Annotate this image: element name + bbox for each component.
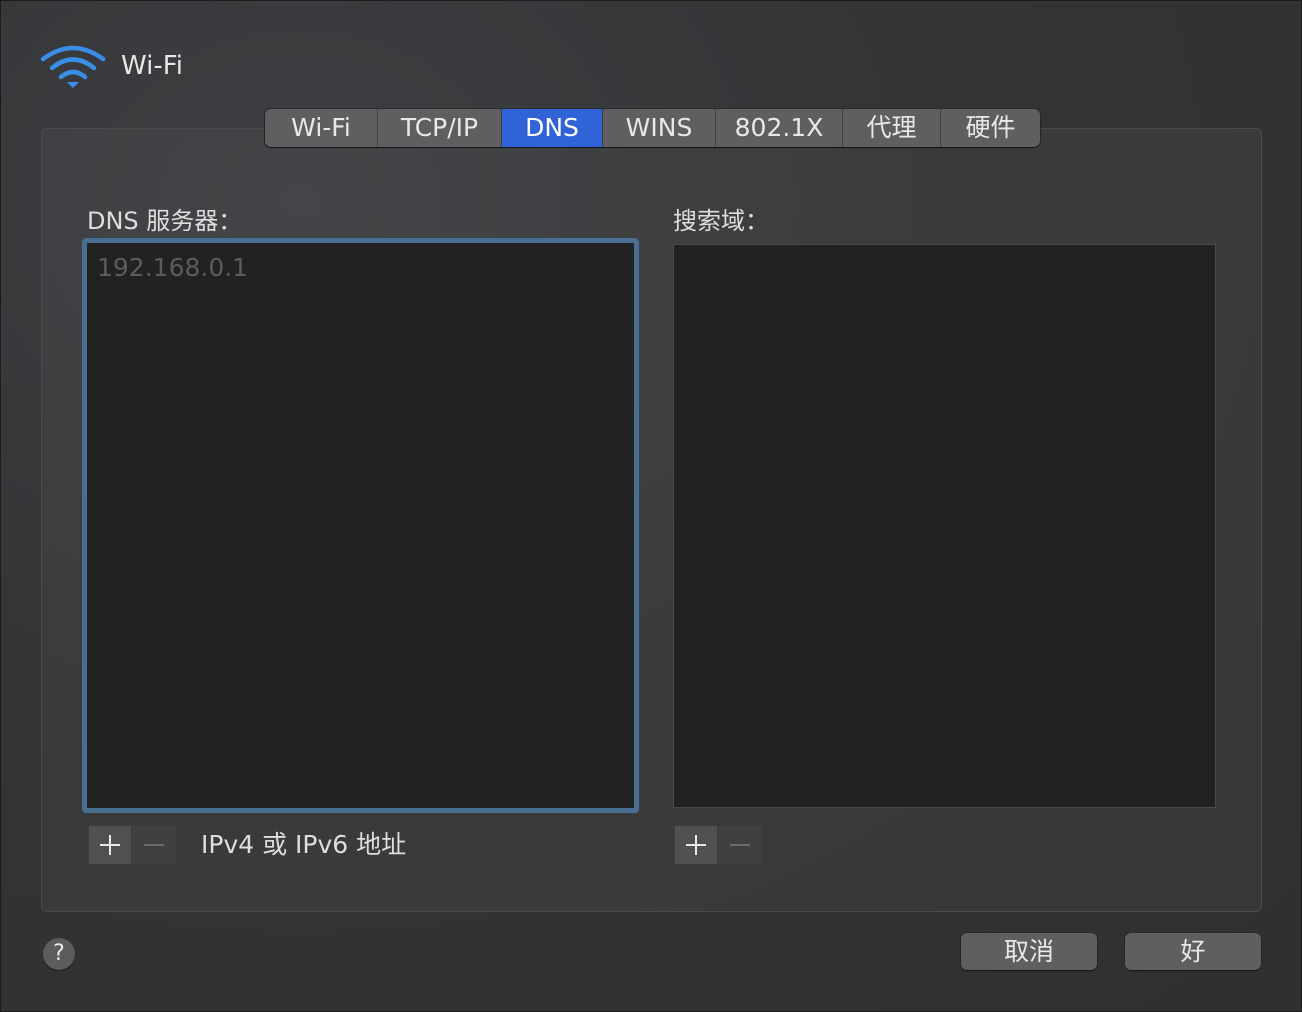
search-domains-label: 搜索域： (673, 207, 769, 235)
remove-search-domain-button[interactable] (718, 825, 762, 865)
minus-icon (144, 844, 164, 846)
dns-servers-label: DNS 服务器： (87, 207, 243, 235)
tab-tcpip[interactable]: TCP/IP (378, 109, 502, 147)
minus-icon (730, 844, 750, 846)
tab-hardware[interactable]: 硬件 (941, 109, 1040, 147)
dns-servers-add-remove (88, 825, 176, 865)
plus-icon (100, 835, 120, 855)
network-settings-sheet: Wi-Fi Wi-Fi TCP/IP DNS WINS 802.1X 代理 硬件… (0, 0, 1302, 1012)
search-domains-add-remove (674, 825, 762, 865)
cancel-button[interactable]: 取消 (961, 933, 1097, 970)
tab-dns[interactable]: DNS (502, 109, 603, 147)
ok-button[interactable]: 好 (1125, 933, 1261, 970)
remove-dns-server-button[interactable] (132, 825, 176, 865)
tab-8021x[interactable]: 802.1X (716, 109, 843, 147)
tab-proxy[interactable]: 代理 (843, 109, 941, 147)
dns-servers-list[interactable]: 192.168.0.1 (82, 238, 639, 813)
interface-title: Wi-Fi (121, 51, 184, 81)
search-domains-list[interactable] (673, 244, 1216, 808)
dns-servers-placeholder: 192.168.0.1 (97, 253, 249, 282)
header: Wi-Fi (39, 41, 183, 91)
tab-wifi[interactable]: Wi-Fi (265, 109, 378, 147)
add-dns-server-button[interactable] (88, 825, 132, 865)
wifi-icon (40, 45, 106, 88)
help-button[interactable]: ? (43, 938, 75, 970)
plus-icon (686, 835, 706, 855)
tab-bar: Wi-Fi TCP/IP DNS WINS 802.1X 代理 硬件 (265, 109, 1040, 147)
dns-address-hint: IPv4 或 IPv6 地址 (201, 830, 407, 859)
tab-wins[interactable]: WINS (603, 109, 716, 147)
add-search-domain-button[interactable] (674, 825, 718, 865)
